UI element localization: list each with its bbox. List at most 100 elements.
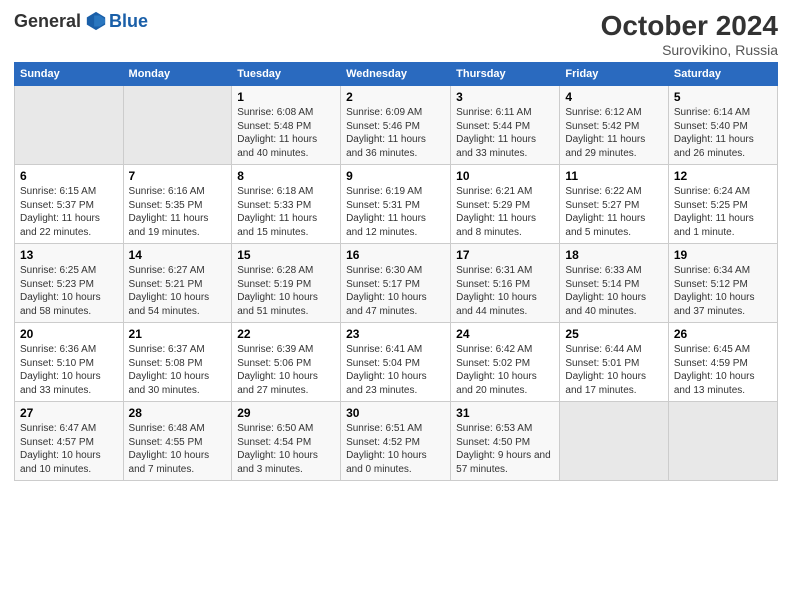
calendar-cell: 16 Sunrise: 6:30 AM Sunset: 5:17 PM Dayli… xyxy=(341,244,451,323)
calendar-cell xyxy=(15,86,124,165)
day-number: 14 xyxy=(129,248,227,262)
day-number: 16 xyxy=(346,248,445,262)
calendar-cell: 24 Sunrise: 6:42 AM Sunset: 5:02 PM Dayli… xyxy=(451,323,560,402)
calendar-cell: 3 Sunrise: 6:11 AM Sunset: 5:44 PM Daylig… xyxy=(451,86,560,165)
calendar-cell: 15 Sunrise: 6:28 AM Sunset: 5:19 PM Dayli… xyxy=(232,244,341,323)
calendar-week-row: 20 Sunrise: 6:36 AM Sunset: 5:10 PM Dayli… xyxy=(15,323,778,402)
weekday-header: Monday xyxy=(123,63,232,86)
day-number: 18 xyxy=(565,248,662,262)
weekday-header: Tuesday xyxy=(232,63,341,86)
day-info: Sunrise: 6:33 AM Sunset: 5:14 PM Dayligh… xyxy=(565,264,662,318)
calendar-cell: 10Sunrise: 6:21 AM Sunset: 5:29 PM Dayli… xyxy=(451,165,560,244)
calendar-cell: 13 Sunrise: 6:25 AM Sunset: 5:23 PM Dayli… xyxy=(15,244,124,323)
title-block: October 2024 Surovikino, Russia xyxy=(601,10,778,58)
day-number: 25 xyxy=(565,327,662,341)
calendar-cell: 8Sunrise: 6:18 AM Sunset: 5:33 PM Daylig… xyxy=(232,165,341,244)
day-number: 20 xyxy=(20,327,118,341)
day-number: 24 xyxy=(456,327,554,341)
day-info: Sunrise: 6:41 AM Sunset: 5:04 PM Dayligh… xyxy=(346,343,445,397)
calendar-cell: 5 Sunrise: 6:14 AM Sunset: 5:40 PM Daylig… xyxy=(668,86,777,165)
calendar-cell xyxy=(123,86,232,165)
day-number: 2 xyxy=(346,90,445,104)
calendar-cell: 14 Sunrise: 6:27 AM Sunset: 5:21 PM Dayli… xyxy=(123,244,232,323)
calendar-week-row: 6 Sunrise: 6:15 AM Sunset: 5:37 PM Daylig… xyxy=(15,165,778,244)
day-number: 27 xyxy=(20,406,118,420)
logo-general: General xyxy=(14,11,81,32)
day-number: 30 xyxy=(346,406,445,420)
day-info: Sunrise: 6:47 AM Sunset: 4:57 PM Dayligh… xyxy=(20,422,118,476)
day-info: Sunrise: 6:19 AM Sunset: 5:31 PM Dayligh… xyxy=(346,185,445,239)
calendar-cell: 4 Sunrise: 6:12 AM Sunset: 5:42 PM Daylig… xyxy=(560,86,668,165)
day-number: 19 xyxy=(674,248,772,262)
calendar-cell: 1 Sunrise: 6:08 AM Sunset: 5:48 PM Daylig… xyxy=(232,86,341,165)
logo: General Blue xyxy=(14,10,148,32)
day-number: 21 xyxy=(129,327,227,341)
day-number: 11 xyxy=(565,169,662,183)
calendar-cell: 17Sunrise: 6:31 AM Sunset: 5:16 PM Dayli… xyxy=(451,244,560,323)
day-info: Sunrise: 6:11 AM Sunset: 5:44 PM Dayligh… xyxy=(456,106,554,160)
day-info: Sunrise: 6:27 AM Sunset: 5:21 PM Dayligh… xyxy=(129,264,227,318)
day-number: 12 xyxy=(674,169,772,183)
calendar-cell: 23Sunrise: 6:41 AM Sunset: 5:04 PM Dayli… xyxy=(341,323,451,402)
calendar-cell: 9 Sunrise: 6:19 AM Sunset: 5:31 PM Daylig… xyxy=(341,165,451,244)
day-number: 10 xyxy=(456,169,554,183)
calendar-cell: 22Sunrise: 6:39 AM Sunset: 5:06 PM Dayli… xyxy=(232,323,341,402)
header: General Blue October 2024 Surovikino, Ru… xyxy=(14,10,778,58)
day-info: Sunrise: 6:42 AM Sunset: 5:02 PM Dayligh… xyxy=(456,343,554,397)
calendar-cell: 29 Sunrise: 6:50 AM Sunset: 4:54 PM Dayli… xyxy=(232,402,341,481)
logo-icon xyxy=(85,10,107,32)
day-info: Sunrise: 6:16 AM Sunset: 5:35 PM Dayligh… xyxy=(129,185,227,239)
calendar-cell: 27 Sunrise: 6:47 AM Sunset: 4:57 PM Dayli… xyxy=(15,402,124,481)
day-info: Sunrise: 6:45 AM Sunset: 4:59 PM Dayligh… xyxy=(674,343,772,397)
calendar-cell: 18 Sunrise: 6:33 AM Sunset: 5:14 PM Dayli… xyxy=(560,244,668,323)
day-number: 9 xyxy=(346,169,445,183)
calendar-table: SundayMondayTuesdayWednesdayThursdayFrid… xyxy=(14,62,778,481)
day-number: 3 xyxy=(456,90,554,104)
calendar-cell xyxy=(668,402,777,481)
day-number: 15 xyxy=(237,248,335,262)
day-info: Sunrise: 6:34 AM Sunset: 5:12 PM Dayligh… xyxy=(674,264,772,318)
day-info: Sunrise: 6:44 AM Sunset: 5:01 PM Dayligh… xyxy=(565,343,662,397)
calendar-cell: 31Sunrise: 6:53 AM Sunset: 4:50 PM Dayli… xyxy=(451,402,560,481)
day-info: Sunrise: 6:50 AM Sunset: 4:54 PM Dayligh… xyxy=(237,422,335,476)
day-number: 28 xyxy=(129,406,227,420)
calendar-cell: 11Sunrise: 6:22 AM Sunset: 5:27 PM Dayli… xyxy=(560,165,668,244)
day-info: Sunrise: 6:09 AM Sunset: 5:46 PM Dayligh… xyxy=(346,106,445,160)
day-number: 17 xyxy=(456,248,554,262)
day-number: 26 xyxy=(674,327,772,341)
calendar-cell: 19 Sunrise: 6:34 AM Sunset: 5:12 PM Dayli… xyxy=(668,244,777,323)
weekday-header: Wednesday xyxy=(341,63,451,86)
calendar-cell xyxy=(560,402,668,481)
calendar-cell: 28Sunrise: 6:48 AM Sunset: 4:55 PM Dayli… xyxy=(123,402,232,481)
calendar-week-row: 1 Sunrise: 6:08 AM Sunset: 5:48 PM Daylig… xyxy=(15,86,778,165)
day-number: 5 xyxy=(674,90,772,104)
day-number: 7 xyxy=(129,169,227,183)
calendar-cell: 7 Sunrise: 6:16 AM Sunset: 5:35 PM Daylig… xyxy=(123,165,232,244)
day-number: 29 xyxy=(237,406,335,420)
day-info: Sunrise: 6:12 AM Sunset: 5:42 PM Dayligh… xyxy=(565,106,662,160)
day-info: Sunrise: 6:25 AM Sunset: 5:23 PM Dayligh… xyxy=(20,264,118,318)
day-info: Sunrise: 6:15 AM Sunset: 5:37 PM Dayligh… xyxy=(20,185,118,239)
logo-blue: Blue xyxy=(109,11,148,32)
day-number: 1 xyxy=(237,90,335,104)
calendar-cell: 2 Sunrise: 6:09 AM Sunset: 5:46 PM Daylig… xyxy=(341,86,451,165)
calendar-cell: 30Sunrise: 6:51 AM Sunset: 4:52 PM Dayli… xyxy=(341,402,451,481)
calendar-cell: 26 Sunrise: 6:45 AM Sunset: 4:59 PM Dayli… xyxy=(668,323,777,402)
day-number: 4 xyxy=(565,90,662,104)
day-info: Sunrise: 6:14 AM Sunset: 5:40 PM Dayligh… xyxy=(674,106,772,160)
day-info: Sunrise: 6:30 AM Sunset: 5:17 PM Dayligh… xyxy=(346,264,445,318)
weekday-header: Saturday xyxy=(668,63,777,86)
day-number: 8 xyxy=(237,169,335,183)
day-info: Sunrise: 6:36 AM Sunset: 5:10 PM Dayligh… xyxy=(20,343,118,397)
day-number: 6 xyxy=(20,169,118,183)
calendar-week-row: 27 Sunrise: 6:47 AM Sunset: 4:57 PM Dayli… xyxy=(15,402,778,481)
day-info: Sunrise: 6:39 AM Sunset: 5:06 PM Dayligh… xyxy=(237,343,335,397)
calendar-cell: 25 Sunrise: 6:44 AM Sunset: 5:01 PM Dayli… xyxy=(560,323,668,402)
day-info: Sunrise: 6:08 AM Sunset: 5:48 PM Dayligh… xyxy=(237,106,335,160)
day-info: Sunrise: 6:28 AM Sunset: 5:19 PM Dayligh… xyxy=(237,264,335,318)
day-number: 13 xyxy=(20,248,118,262)
calendar-cell: 20 Sunrise: 6:36 AM Sunset: 5:10 PM Dayli… xyxy=(15,323,124,402)
calendar-cell: 12Sunrise: 6:24 AM Sunset: 5:25 PM Dayli… xyxy=(668,165,777,244)
main-container: General Blue October 2024 Surovikino, Ru… xyxy=(0,0,792,487)
calendar-header-row: SundayMondayTuesdayWednesdayThursdayFrid… xyxy=(15,63,778,86)
